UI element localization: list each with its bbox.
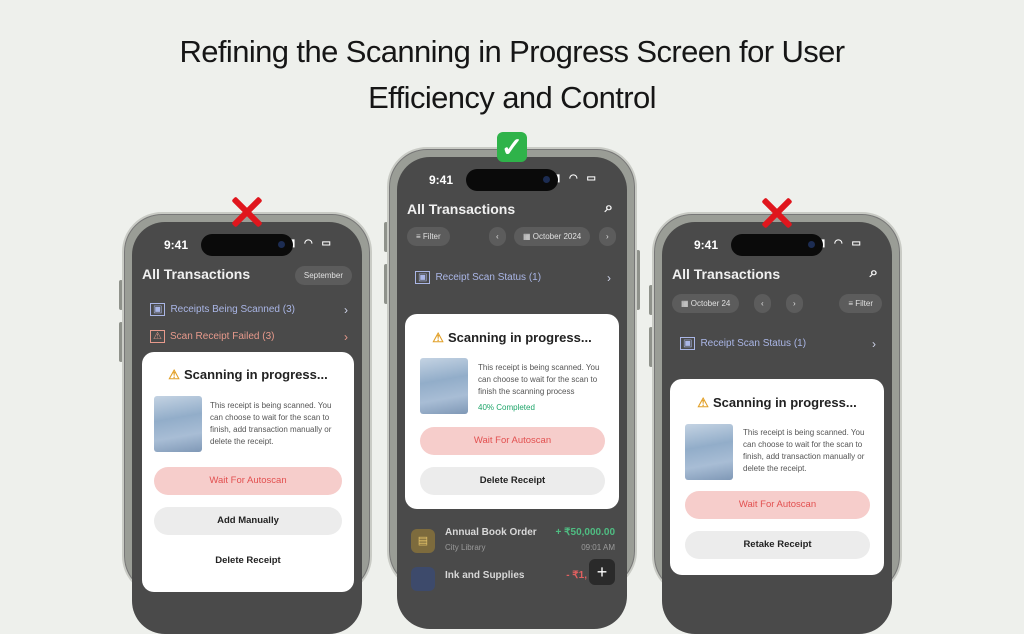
status-time: 9:41 (694, 238, 719, 252)
scanning-sheet: ⚠ Scanning in progress... This receipt is… (405, 314, 619, 509)
receipt-scan-status-row[interactable]: ▣ Receipt Scan Status (1) (415, 271, 542, 284)
transaction-name: Annual Book Order (445, 527, 537, 538)
receipt-thumbnail (685, 424, 733, 480)
scanning-sheet: ⚠ Scanning in progress... This receipt is… (142, 352, 354, 592)
wait-for-autoscan-button[interactable]: Wait For Autoscan (420, 427, 605, 455)
scan-icon: ▣ (150, 303, 166, 316)
scan-failed-label: Scan Receipt Failed (3) (169, 331, 275, 342)
month-label: October 2024 (532, 232, 582, 241)
prev-month-button[interactable]: ‹ (489, 227, 506, 246)
headline-line-2: Efficiency and Control (368, 80, 656, 115)
warning-icon: ⚠ (168, 367, 180, 382)
add-manually-button[interactable]: Add Manually (154, 507, 342, 535)
sheet-title: Scanning in progress... (183, 367, 328, 382)
phone-center-screen: 9:41 ▮▮▮ ◠ ▭ All Transactions ⌕ ≡ Filter… (397, 157, 627, 629)
delete-receipt-button[interactable]: Delete Receipt (420, 467, 605, 495)
chevron-right-icon: › (793, 299, 796, 308)
month-selector[interactable]: ▦ October 2024 (514, 227, 591, 246)
calendar-icon: ▦ (523, 232, 533, 241)
chevron-right-icon: › (872, 337, 876, 351)
sheet-description: This receipt is being scanned. You can c… (210, 401, 332, 446)
transaction-time: 09:01 AM (581, 543, 615, 552)
transaction-row[interactable]: Ink and Supplies - ₹1, (407, 565, 617, 591)
x-mark-icon (230, 195, 264, 229)
filter-button[interactable]: ≡ Filter (839, 294, 882, 313)
filter-label: Filter (855, 299, 873, 308)
book-icon: ▤ (411, 529, 435, 553)
search-icon[interactable]: ⌕ (870, 264, 878, 281)
chevron-left-icon: ‹ (496, 232, 499, 241)
page-title: All Transactions (142, 266, 251, 282)
next-month-button[interactable]: › (599, 227, 616, 246)
retake-receipt-button[interactable]: Retake Receipt (685, 531, 870, 559)
dynamic-island (466, 169, 558, 191)
x-mark-icon (760, 196, 794, 230)
wait-for-autoscan-button[interactable]: Wait For Autoscan (154, 467, 342, 495)
scan-icon: ▣ (415, 271, 431, 284)
status-time: 9:41 (164, 238, 189, 252)
chevron-left-icon: ‹ (761, 299, 764, 308)
month-selector[interactable]: September (294, 266, 352, 285)
filter-icon: ≡ (416, 232, 423, 241)
check-mark-icon: ✓ (497, 132, 527, 162)
warning-icon: ⚠ (697, 395, 709, 410)
phone-right: 9:41 ▮▮▮ ◠ ▭ All Transactions ⌕ ▦ Octobe… (652, 212, 902, 634)
calendar-icon: ▦ (681, 299, 691, 308)
plus-icon: + (596, 562, 608, 582)
transaction-row[interactable]: ▤ Annual Book Order City Library + ₹50,0… (407, 525, 617, 559)
receipt-scan-status-label: Receipt Scan Status (1) (700, 338, 807, 349)
headline-line-1: Refining the Scanning in Progress Screen… (179, 34, 845, 69)
phone-left: 9:41 ▮▮▮ ◠ ▭ All Transactions September … (122, 212, 372, 634)
wait-for-autoscan-button[interactable]: Wait For Autoscan (685, 491, 870, 519)
scanning-sheet: ⚠ Scanning in progress... This receipt is… (670, 379, 884, 575)
sheet-description: This receipt is being scanned. You can c… (743, 428, 865, 473)
sheet-title: Scanning in progress... (712, 395, 857, 410)
transaction-amount: + ₹50,000.00 (555, 527, 615, 538)
scan-failed-row[interactable]: ⚠ Scan Receipt Failed (3) (150, 330, 275, 343)
phone-left-screen: 9:41 ▮▮▮ ◠ ▭ All Transactions September … (132, 222, 362, 634)
receipt-thumbnail (154, 396, 202, 452)
dynamic-island (731, 234, 823, 256)
sheet-description: This receipt is being scanned. You can c… (478, 363, 600, 396)
phone-right-screen: 9:41 ▮▮▮ ◠ ▭ All Transactions ⌕ ▦ Octobe… (662, 222, 892, 634)
add-transaction-button[interactable]: + (589, 559, 615, 585)
progress-label: 40% Completed (478, 403, 535, 412)
page-title: All Transactions (407, 201, 516, 217)
receipt-scan-status-row[interactable]: ▣ Receipt Scan Status (1) (680, 337, 807, 350)
receipts-scanning-row[interactable]: ▣ Receipts Being Scanned (3) (150, 303, 295, 316)
filter-label: Filter (422, 232, 441, 241)
page-title: All Transactions (672, 266, 781, 282)
chevron-right-icon: › (606, 232, 609, 241)
next-month-button[interactable]: › (786, 294, 803, 313)
prev-month-button[interactable]: ‹ (754, 294, 771, 313)
scan-icon: ▣ (680, 337, 696, 350)
sheet-title-row: ⚠ Scanning in progress... (142, 367, 354, 383)
sheet-title-row: ⚠ Scanning in progress... (670, 395, 884, 411)
receipt-scan-status-label: Receipt Scan Status (1) (435, 272, 542, 283)
filter-button[interactable]: ≡ Filter (407, 227, 450, 246)
scan-failed-icon: ⚠ (150, 330, 165, 343)
status-time: 9:41 (429, 173, 454, 187)
transaction-merchant: City Library (445, 543, 486, 552)
supplies-icon (411, 567, 435, 591)
chevron-right-icon: › (344, 330, 348, 344)
month-selector[interactable]: ▦ October 24 (672, 294, 740, 313)
chevron-right-icon: › (344, 303, 348, 317)
chevron-right-icon: › (607, 271, 611, 285)
month-label: October 24 (690, 299, 731, 308)
dynamic-island (201, 234, 293, 256)
delete-receipt-button[interactable]: Delete Receipt (154, 547, 342, 575)
sheet-title: Scanning in progress... (447, 330, 592, 345)
search-icon[interactable]: ⌕ (605, 199, 613, 216)
receipt-thumbnail (420, 358, 468, 414)
warning-icon: ⚠ (432, 330, 444, 345)
sheet-title-row: ⚠ Scanning in progress... (405, 330, 619, 346)
receipts-scanning-label: Receipts Being Scanned (3) (170, 304, 295, 315)
phone-center: 9:41 ▮▮▮ ◠ ▭ All Transactions ⌕ ≡ Filter… (387, 147, 637, 629)
